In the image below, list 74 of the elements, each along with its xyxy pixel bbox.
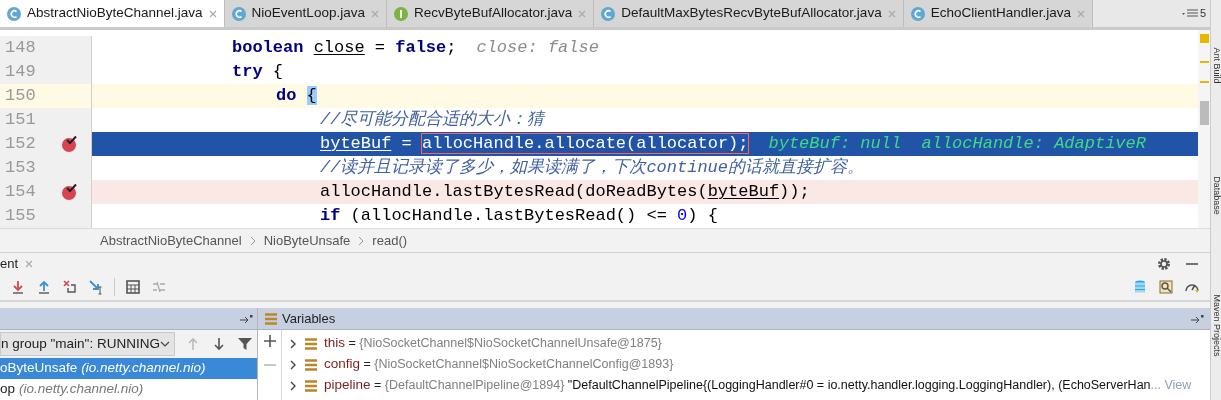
- inline-value: byteBuf: null allocHandle: AdaptiveR: [768, 133, 1146, 156]
- hidden-tabs-count[interactable]: 5: [1199, 5, 1206, 22]
- thread-dropdown[interactable]: n group "main": RUNNING: [0, 332, 175, 356]
- drop-frame-icon[interactable]: [62, 279, 78, 295]
- variable-entry[interactable]: this = {NioSocketChannel$NioSocketChannelUnsafe@1875}: [324, 333, 662, 354]
- tab-label: AbstractNioByteChannel.java: [27, 4, 203, 23]
- field-icon: [304, 378, 318, 393]
- debug-tab[interactable]: ent: [0, 253, 19, 274]
- variable-entry[interactable]: pipeline = {DefaultChannelPipeline@1894} "DefaultChannelPipeline{(LoggingHandler#0 = io.netty.handler.logging.LoggingHandler), (EchoServerHan: [324, 375, 1151, 396]
- class-file-icon: [600, 5, 617, 22]
- code-line: allocHandle.lastBytesRead(doReadBytes(byteBuf));: [320, 181, 810, 204]
- breadcrumb-item[interactable]: AbstractNioByteChannel: [100, 230, 242, 251]
- side-tool-tab[interactable]: Database: [1211, 175, 1221, 215]
- breakpoint-check-icon[interactable]: [61, 135, 79, 153]
- tab-list-icon[interactable]: [1181, 8, 1198, 19]
- code-line: byteBuf = allocHandle.allocate(allocator);: [320, 133, 749, 156]
- pin-icon[interactable]: [1190, 313, 1204, 324]
- chevron-right-icon: [358, 235, 365, 246]
- side-tool-tab[interactable]: Ant Build: [1211, 47, 1221, 83]
- line-number: 148: [5, 37, 37, 60]
- line-number: 151: [5, 109, 37, 132]
- file-tab[interactable]: RecvByteBufAllocator.java: [386, 0, 595, 27]
- settings-icon[interactable]: [1156, 255, 1172, 272]
- chevron-right-icon[interactable]: [288, 359, 298, 370]
- chevron-right-icon: [249, 235, 256, 246]
- code-line: do {: [276, 85, 317, 108]
- side-tool-tab[interactable]: Maven Projects: [1211, 294, 1221, 356]
- database-icon[interactable]: [1132, 279, 1148, 295]
- line-number: 153: [5, 157, 37, 180]
- file-tab[interactable]: AbstractNioByteChannel.java: [0, 0, 225, 27]
- chevron-right-icon[interactable]: [288, 380, 298, 391]
- tab-label: NioEventLoop.java: [251, 4, 365, 23]
- line-number: 154: [5, 181, 37, 204]
- field-icon: [304, 336, 318, 351]
- file-tab[interactable]: DefaultMaxBytesRecvByteBufAllocator.java: [594, 0, 904, 27]
- breakpoint-check-icon[interactable]: [61, 183, 79, 201]
- line-number: 152: [5, 133, 37, 156]
- step-into-icon[interactable]: [10, 279, 26, 295]
- tab-label: DefaultMaxBytesRecvByteBufAllocator.java: [621, 4, 882, 23]
- inline-value: close: false: [476, 37, 599, 60]
- code-line: boolean close = false;: [232, 37, 457, 60]
- step-out-icon[interactable]: [36, 279, 52, 295]
- chevron-down-icon: [159, 340, 170, 348]
- stack-frame[interactable]: oByteUnsafe (io.netty.channel.nio): [0, 358, 257, 379]
- run-to-cursor-icon[interactable]: [88, 279, 104, 295]
- code-line: //读并且记录读了多少，如果读满了，下次continue的话就直接扩容。: [320, 156, 865, 180]
- tab-label: EchoClientHandler.java: [930, 4, 1071, 23]
- table-view-icon[interactable]: [1158, 279, 1174, 295]
- line-number: 155: [5, 205, 37, 228]
- panel-title: Variables: [282, 309, 336, 328]
- breadcrumb-item[interactable]: read(): [372, 230, 408, 251]
- class-file-icon: [909, 5, 926, 22]
- chevron-right-icon[interactable]: [288, 338, 298, 349]
- field-icon: [304, 357, 318, 372]
- add-icon[interactable]: [262, 334, 277, 348]
- file-tab[interactable]: NioEventLoop.java: [224, 0, 387, 27]
- pin-icon[interactable]: [239, 313, 253, 324]
- interface-file-icon: [392, 5, 409, 22]
- line-number: 149: [5, 61, 37, 84]
- file-tab[interactable]: EchoClientHandler.java: [903, 0, 1093, 27]
- breadcrumb-item[interactable]: NioByteUnsafe: [263, 230, 351, 251]
- tab-label: RecvByteBufAllocator.java: [413, 4, 573, 23]
- calculator-icon[interactable]: [125, 279, 141, 295]
- close-icon[interactable]: [207, 8, 218, 19]
- code-line: //尽可能分配合适的大小：猜: [320, 109, 545, 132]
- code-line: if (allocHandle.lastBytesRead() <= 0) {: [320, 205, 718, 228]
- close-icon[interactable]: [24, 258, 35, 269]
- filter-icon[interactable]: [236, 336, 253, 352]
- class-file-icon: [230, 5, 247, 22]
- variable-entry[interactable]: config = {NioSocketChannel$NioSocketChannelConfig@1893}: [324, 354, 674, 375]
- class-file-icon: [6, 5, 22, 22]
- code-line: try {: [232, 61, 283, 84]
- line-number: 150: [5, 85, 37, 108]
- list-icon: [264, 311, 278, 326]
